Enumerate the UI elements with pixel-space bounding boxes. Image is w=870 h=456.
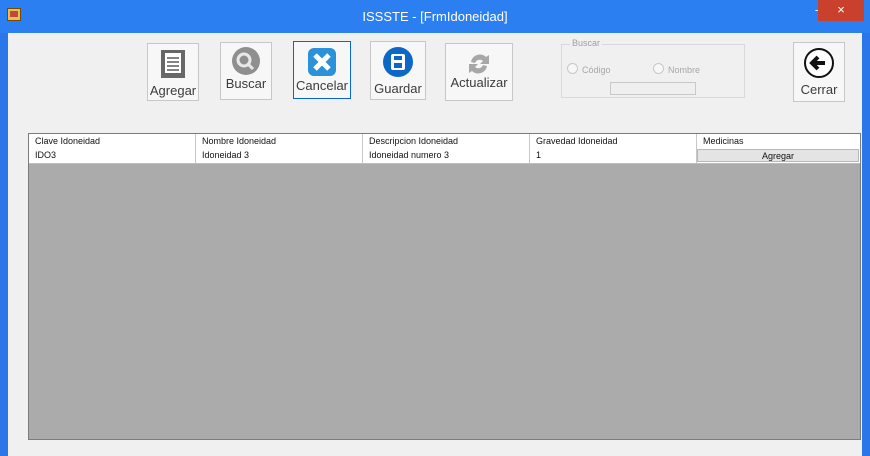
back-arrow-icon	[804, 48, 834, 78]
save-icon	[383, 47, 413, 77]
buscar-label: Buscar	[225, 76, 267, 91]
guardar-label: Guardar	[374, 81, 422, 96]
idoneidad-grid[interactable]: Clave Idoneidad Nombre Idoneidad Descrip…	[28, 133, 861, 440]
agregar-button[interactable]: Agregar	[147, 43, 199, 101]
window-title: ISSSTE - [FrmIdoneidad]	[362, 9, 508, 24]
descripcion-cell[interactable]: Idoneidad numero 3	[363, 148, 530, 163]
buscar-group-title: Buscar	[570, 38, 603, 48]
column-header-nombre[interactable]: Nombre Idoneidad	[196, 134, 363, 148]
actualizar-label: Actualizar	[450, 75, 508, 90]
application-window: ISSSTE - [FrmIdoneidad] – □ × Agregar Bu…	[0, 0, 870, 456]
column-header-gravedad[interactable]: Gravedad Idoneidad	[530, 134, 697, 148]
nombre-radio-label: Nombre	[668, 65, 701, 75]
cerrar-label: Cerrar	[800, 82, 838, 97]
close-window-button[interactable]: ×	[818, 0, 864, 21]
column-header-clave[interactable]: Clave Idoneidad	[29, 134, 196, 148]
title-bar[interactable]: ISSSTE - [FrmIdoneidad] – □ ×	[0, 0, 870, 33]
close-icon	[308, 48, 336, 76]
clave-cell[interactable]: IDO3	[29, 148, 196, 163]
nombre-cell[interactable]: Idoneidad 3	[196, 148, 363, 163]
actualizar-button[interactable]: Actualizar	[445, 43, 513, 101]
search-icon	[232, 47, 260, 75]
agregar-medicinas-button[interactable]: Agregar	[697, 149, 859, 162]
cerrar-button[interactable]: Cerrar	[793, 42, 845, 102]
codigo-radio[interactable]: Código	[567, 63, 611, 75]
cancelar-label: Cancelar	[295, 78, 349, 93]
column-header-descripcion[interactable]: Descripcion Idoneidad	[363, 134, 530, 148]
codigo-radio-label: Código	[582, 65, 611, 75]
grid-header: Clave Idoneidad Nombre Idoneidad Descrip…	[29, 134, 860, 149]
guardar-button[interactable]: Guardar	[370, 41, 426, 100]
column-header-medicinas[interactable]: Medicinas	[697, 134, 860, 148]
document-icon	[161, 50, 185, 78]
radio-circle-icon	[567, 63, 578, 74]
cancelar-button[interactable]: Cancelar	[293, 41, 351, 99]
nombre-radio[interactable]: Nombre	[653, 63, 700, 75]
search-input[interactable]	[610, 82, 696, 95]
radio-circle-icon	[653, 63, 664, 74]
agregar-label: Agregar	[149, 83, 197, 98]
gravedad-cell[interactable]: 1	[530, 148, 697, 163]
client-area: Agregar Buscar Cancelar Guardar Actualiz…	[8, 33, 862, 456]
buscar-group: Buscar Código Nombre	[561, 38, 745, 98]
table-row[interactable]: IDO3 Idoneidad 3 Idoneidad numero 3 1 Ag…	[29, 148, 860, 164]
buscar-button[interactable]: Buscar	[220, 42, 272, 100]
